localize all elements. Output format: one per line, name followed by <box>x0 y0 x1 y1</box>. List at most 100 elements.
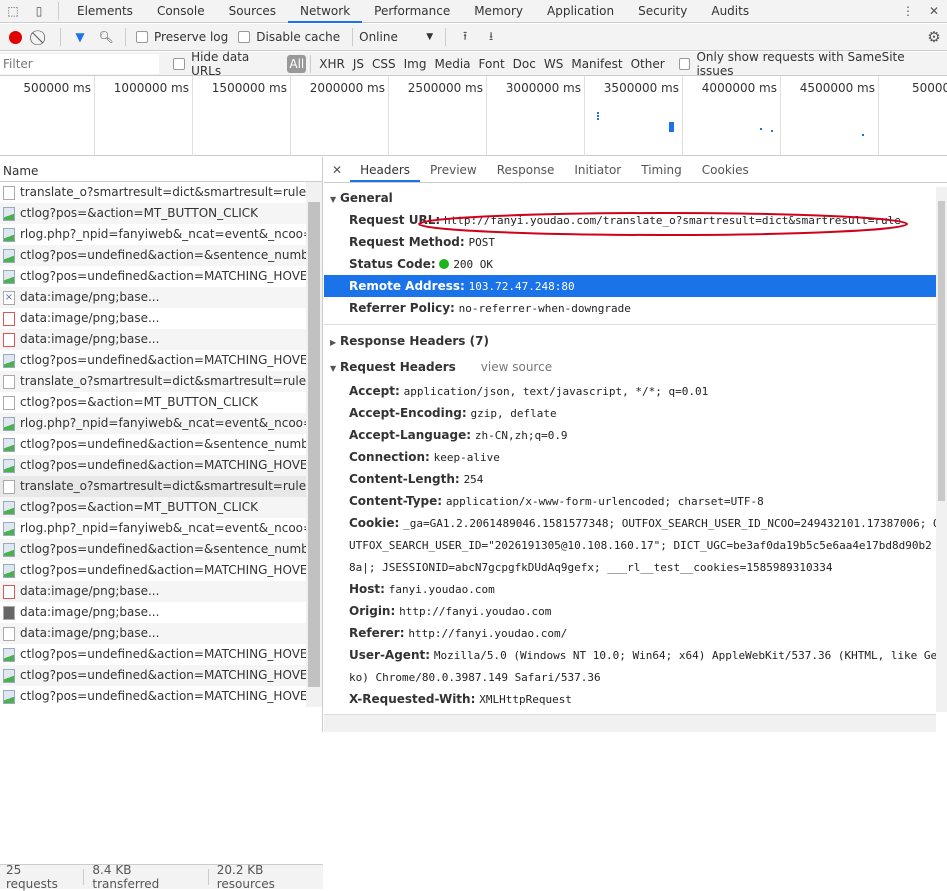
header-value: zh-CN,zh;q=0.9 <box>474 429 568 442</box>
hide-data-urls-checkbox[interactable]: Hide data URLs <box>169 50 281 78</box>
filter-input[interactable] <box>0 53 160 74</box>
filter-type-doc[interactable]: Doc <box>509 57 540 71</box>
filter-type-ws[interactable]: WS <box>540 57 567 71</box>
header-value: fanyi.youdao.com <box>388 583 495 596</box>
image-file-icon <box>3 437 15 452</box>
request-row[interactable]: ctlog?pos=undefined&action=MATCHING_HOVE… <box>0 350 306 371</box>
request-headers-title: Request Headers <box>340 360 456 374</box>
response-headers-toggle[interactable]: ▶ Response Headers (7) <box>324 330 936 352</box>
inspect-element-icon[interactable]: ⬚ <box>0 0 26 22</box>
devtools-panel-tabs: ⬚ ▯ Elements Console Sources Network Perform… <box>0 0 947 23</box>
request-row[interactable]: ctlog?pos=&action=MT_BUTTON_CLICK <box>0 203 306 224</box>
general-section-toggle[interactable]: ▼ General <box>324 187 936 209</box>
tab-console[interactable]: Console <box>145 0 217 23</box>
request-row[interactable]: translate_o?smartresult=dict&smartresult… <box>0 371 306 392</box>
request-row[interactable]: ctlog?pos=undefined&action=&sentence_num… <box>0 434 306 455</box>
filter-type-xhr[interactable]: XHR <box>315 57 349 71</box>
tab-headers[interactable]: Headers <box>350 157 421 182</box>
details-scrollbar[interactable] <box>936 187 947 712</box>
tab-timing[interactable]: Timing <box>631 157 692 182</box>
filter-type-img[interactable]: Img <box>400 57 431 71</box>
request-row[interactable]: ctlog?pos=undefined&action=MATCHING_HOVE… <box>0 266 306 287</box>
header-value: http://fanyi.youdao.com/ <box>408 627 568 640</box>
request-name: ctlog?pos=undefined&action=MATCHING_HOVE… <box>20 668 306 682</box>
gear-icon[interactable]: ⚙ <box>921 26 947 48</box>
header-key: User-Agent: <box>349 648 431 662</box>
request-row[interactable]: ctlog?pos=undefined&action=MATCHING_HOVE… <box>0 644 306 665</box>
request-row[interactable]: ctlog?pos=undefined&action=MATCHING_HOVE… <box>0 455 306 476</box>
details-horizontal-scrollbar[interactable] <box>324 714 936 732</box>
tab-initiator[interactable]: Initiator <box>564 157 631 182</box>
request-row[interactable]: ctlog?pos=undefined&action=MATCHING_HOVE… <box>0 665 306 686</box>
request-row[interactable]: rlog.php?_npid=fanyiweb&_ncat=event&_nco… <box>0 518 306 539</box>
tab-sources[interactable]: Sources <box>217 0 288 23</box>
tab-audits[interactable]: Audits <box>699 0 761 23</box>
document-file-icon <box>3 479 15 494</box>
request-list: Name translate_o?smartresult=dict&smartr… <box>0 157 323 891</box>
request-row[interactable]: ctlog?pos=&action=MT_BUTTON_CLICK <box>0 497 306 518</box>
tab-application[interactable]: Application <box>535 0 626 23</box>
request-row[interactable]: ctlog?pos=undefined&action=&sentence_num… <box>0 539 306 560</box>
filter-type-js[interactable]: JS <box>349 57 368 71</box>
tab-performance[interactable]: Performance <box>362 0 462 23</box>
device-toolbar-icon[interactable]: ▯ <box>26 0 52 22</box>
network-overview-timeline[interactable]: 500000 ms 1000000 ms 1500000 ms 2000000 ms 2… <box>0 76 947 156</box>
request-name: rlog.php?_npid=fanyiweb&_ncat=event&_nco… <box>20 416 306 430</box>
tab-network[interactable]: Network <box>288 0 363 23</box>
request-row[interactable]: ctlog?pos=undefined&action=MATCHING_HOVE… <box>0 560 306 581</box>
disable-cache-checkbox[interactable]: Disable cache <box>234 30 340 44</box>
request-row[interactable]: rlog.php?_npid=fanyiweb&_ncat=event&_nco… <box>0 413 306 434</box>
request-row[interactable]: × data:image/png;base... <box>0 287 306 308</box>
request-name: ctlog?pos=undefined&action=MATCHING_HOVE… <box>20 689 306 703</box>
request-list-scrollbar[interactable] <box>306 182 322 707</box>
document-file-icon <box>3 374 15 389</box>
filter-type-css[interactable]: CSS <box>368 57 400 71</box>
request-row[interactable]: ctlog?pos=&action=MT_BUTTON_CLICK <box>0 392 306 413</box>
request-count: 25 requests <box>6 863 58 891</box>
tab-memory[interactable]: Memory <box>462 0 535 23</box>
tab-cookies[interactable]: Cookies <box>692 157 759 182</box>
samesite-checkbox[interactable]: Only show requests with SameSite issues <box>675 50 941 78</box>
tab-elements[interactable]: Elements <box>65 0 145 23</box>
export-har-icon[interactable]: ⭳ <box>478 26 504 48</box>
divider <box>445 28 447 46</box>
request-row[interactable]: data:image/png;base... <box>0 308 306 329</box>
request-row[interactable]: rlog.php?_npid=fanyiweb&_ncat=event&_nco… <box>0 224 306 245</box>
search-icon[interactable]: 🔍︎ <box>93 26 119 48</box>
preserve-log-checkbox[interactable]: Preserve log <box>132 30 228 44</box>
filter-type-manifest[interactable]: Manifest <box>567 57 626 71</box>
image-file-icon <box>3 353 15 368</box>
tab-security[interactable]: Security <box>626 0 699 23</box>
filter-type-font[interactable]: Font <box>475 57 509 71</box>
request-row[interactable]: translate_o?smartresult=dict&smartresult… <box>0 476 306 497</box>
request-row[interactable]: translate_o?smartresult=dict&smartresult… <box>0 182 306 203</box>
view-source-link[interactable]: view source <box>481 360 552 374</box>
request-headers-toggle[interactable]: ▼ Request Headers view source <box>324 356 936 378</box>
tab-response[interactable]: Response <box>487 157 565 182</box>
filter-type-media[interactable]: Media <box>430 57 474 71</box>
request-row[interactable]: ctlog?pos=undefined&action=MATCHING_HOVE… <box>0 686 306 707</box>
record-icon[interactable] <box>2 26 28 48</box>
request-row[interactable]: data:image/png;base... <box>0 623 306 644</box>
request-row[interactable]: data:image/png;base... <box>0 581 306 602</box>
request-name: rlog.php?_npid=fanyiweb&_ncat=event&_nco… <box>20 521 306 535</box>
request-row[interactable]: data:image/png;base... <box>0 329 306 350</box>
filter-type-other[interactable]: Other <box>627 57 669 71</box>
request-name: data:image/png;base... <box>20 605 160 619</box>
tab-preview[interactable]: Preview <box>420 157 487 182</box>
filter-icon[interactable]: ▼ <box>67 26 93 48</box>
filter-type-all[interactable]: All <box>287 54 307 73</box>
request-header: Accept: application/json, text/javascrip… <box>324 380 936 402</box>
image-file-icon <box>3 416 15 431</box>
header-key: Accept-Encoding: <box>349 406 467 420</box>
more-options-icon[interactable]: ⋮ <box>895 0 921 22</box>
close-details-icon[interactable]: ✕ <box>324 157 350 182</box>
throttle-select[interactable]: Online ▼ <box>359 30 433 44</box>
request-row[interactable]: data:image/png;base... <box>0 602 306 623</box>
image-file-icon <box>3 689 15 704</box>
import-har-icon[interactable]: ⭱ <box>452 26 478 48</box>
clear-icon[interactable]: ⃠ <box>28 26 54 48</box>
name-column-header[interactable]: Name <box>0 157 322 182</box>
close-devtools-icon[interactable]: ✕ <box>921 0 947 22</box>
request-row[interactable]: ctlog?pos=undefined&action=&sentence_num… <box>0 245 306 266</box>
